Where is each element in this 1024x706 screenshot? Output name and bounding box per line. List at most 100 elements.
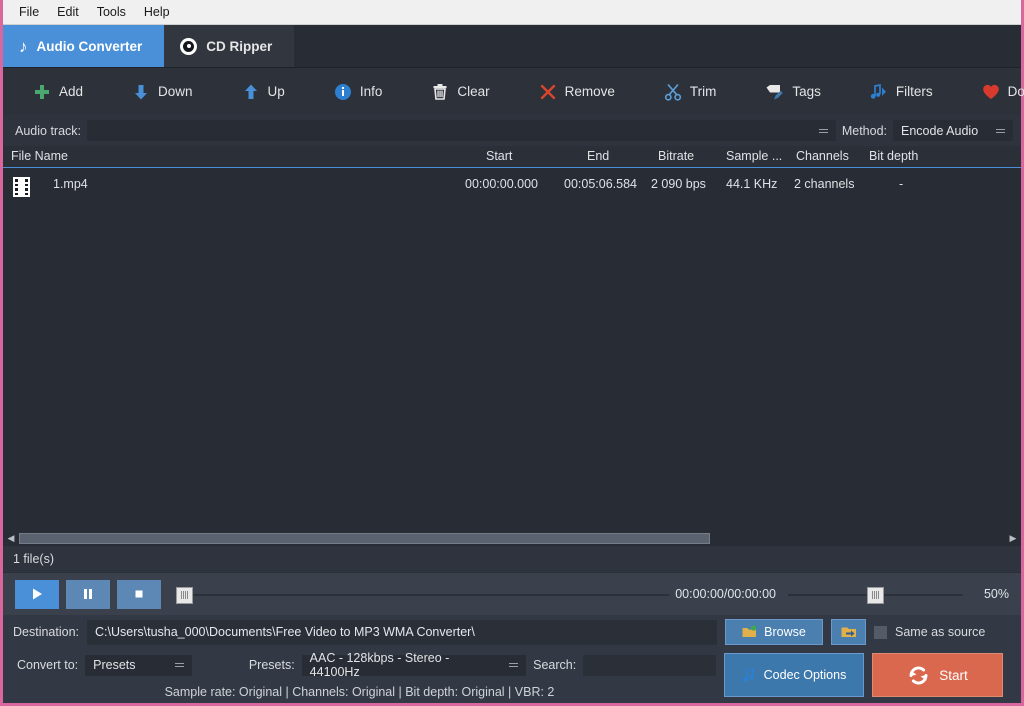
chevron-down-icon xyxy=(817,128,830,133)
refresh-cycle-icon xyxy=(909,666,928,684)
scissors-icon xyxy=(664,83,682,101)
stop-button[interactable] xyxy=(117,579,161,609)
trim-button-label: Trim xyxy=(689,84,717,99)
convert-to-value: Presets xyxy=(93,658,136,672)
cell-bit-depth: - xyxy=(899,177,904,191)
bottom-area: Convert to: Presets Presets: AAC - 128kb… xyxy=(3,649,1021,703)
menu-item-edit[interactable]: Edit xyxy=(48,2,88,22)
remove-button-label: Remove xyxy=(564,84,615,99)
presets-select[interactable]: AAC - 128kbps - Stereo - 44100Hz xyxy=(301,651,527,679)
music-filter-icon xyxy=(870,83,888,101)
same-as-source-checkbox[interactable] xyxy=(874,625,888,639)
column-header-sample-rate[interactable]: Sample ... xyxy=(726,149,782,163)
plus-icon xyxy=(33,83,51,101)
trim-button[interactable]: Trim xyxy=(664,83,717,101)
destination-input[interactable]: C:\Users\tusha_000\Documents\Free Video … xyxy=(87,619,718,645)
info-button-label: Info xyxy=(359,84,383,99)
toolbar: Add Down Up Info Clear Remove Trim Tags … xyxy=(3,68,1024,115)
action-buttons: Codec Options Start xyxy=(716,649,1013,703)
filters-button[interactable]: Filters xyxy=(870,83,933,101)
scroll-right-arrow-icon[interactable]: ▶ xyxy=(1005,533,1021,544)
pause-button[interactable] xyxy=(66,579,110,609)
open-destination-folder-button[interactable] xyxy=(831,619,867,645)
file-list-body[interactable]: 1.mp4 00:00:00.000 00:05:06.584 2 090 bp… xyxy=(3,168,1021,531)
column-header-bit-depth[interactable]: Bit depth xyxy=(869,149,918,163)
arrow-down-icon xyxy=(132,83,150,101)
tab-cd-ripper-label: CD Ripper xyxy=(206,38,273,54)
audio-track-select[interactable] xyxy=(87,120,836,141)
volume-slider-handle[interactable] xyxy=(867,586,884,604)
cell-channels: 2 channels xyxy=(794,177,855,191)
down-button[interactable]: Down xyxy=(132,83,193,101)
table-row[interactable]: 1.mp4 00:00:00.000 00:05:06.584 2 090 bp… xyxy=(3,172,1021,198)
horizontal-scrollbar[interactable]: ◀ ▶ xyxy=(3,531,1021,546)
cell-sample-rate: 44.1 KHz xyxy=(726,177,778,191)
scroll-left-arrow-icon[interactable]: ◀ xyxy=(3,533,19,544)
seek-slider-handle[interactable] xyxy=(176,586,193,604)
add-button[interactable]: Add xyxy=(33,83,83,101)
chevron-down-icon xyxy=(507,663,520,667)
up-button[interactable]: Up xyxy=(242,83,285,101)
cell-end: 00:05:06.584 xyxy=(564,177,637,191)
tags-button-label: Tags xyxy=(792,84,821,99)
menu-item-tools[interactable]: Tools xyxy=(88,2,135,22)
volume-percent-label: 50% xyxy=(983,587,1009,601)
menu-item-file[interactable]: File xyxy=(10,2,48,22)
x-mark-icon xyxy=(539,83,557,101)
filters-button-label: Filters xyxy=(895,84,933,99)
cd-disc-icon xyxy=(180,37,198,55)
up-button-label: Up xyxy=(267,84,285,99)
tab-audio-converter[interactable]: ♪ Audio Converter xyxy=(3,25,165,67)
browse-button[interactable]: Browse xyxy=(725,619,824,645)
volume-slider[interactable] xyxy=(788,580,963,609)
column-header-channels[interactable]: Channels xyxy=(796,149,849,163)
codec-options-label: Codec Options xyxy=(763,668,847,682)
browse-button-label: Browse xyxy=(764,625,806,639)
clear-button-label: Clear xyxy=(457,84,490,99)
convert-settings: Convert to: Presets Presets: AAC - 128kb… xyxy=(3,649,716,703)
heart-icon xyxy=(982,83,1000,101)
info-circle-icon xyxy=(334,83,352,101)
folder-arrow-icon xyxy=(841,627,856,637)
info-button[interactable]: Info xyxy=(334,83,383,101)
presets-label: Presets: xyxy=(248,658,295,672)
method-value: Encode Audio xyxy=(901,123,979,138)
clear-button[interactable]: Clear xyxy=(431,83,490,101)
start-button[interactable]: Start xyxy=(872,653,1003,697)
encoding-summary: Sample rate: Original | Channels: Origin… xyxy=(164,685,555,699)
destination-label: Destination: xyxy=(13,625,80,639)
cell-start: 00:00:00.000 xyxy=(465,177,538,191)
same-as-source-label[interactable]: Same as source xyxy=(895,625,985,639)
audio-track-bar: Audio track: Method: Encode Audio xyxy=(3,115,1021,146)
music-note-icon xyxy=(742,667,754,682)
method-label: Method: xyxy=(841,123,887,138)
column-header-start[interactable]: Start xyxy=(486,149,512,163)
method-select[interactable]: Encode Audio xyxy=(893,120,1013,141)
column-header-end[interactable]: End xyxy=(587,149,609,163)
search-input[interactable] xyxy=(583,654,716,676)
cell-file-name: 1.mp4 xyxy=(53,177,88,191)
codec-options-button[interactable]: Codec Options xyxy=(724,653,864,697)
menu-item-help[interactable]: Help xyxy=(135,2,179,22)
scrollbar-thumb[interactable] xyxy=(19,533,710,544)
play-button[interactable] xyxy=(15,579,59,609)
tab-cd-ripper[interactable]: CD Ripper xyxy=(164,25,295,67)
start-button-label: Start xyxy=(939,667,968,683)
scrollbar-track[interactable] xyxy=(19,533,1005,544)
seek-slider[interactable] xyxy=(176,580,670,609)
presets-value: AAC - 128kbps - Stereo - 44100Hz xyxy=(309,651,450,679)
file-count-status: 1 file(s) xyxy=(13,552,54,566)
chevron-down-icon xyxy=(994,128,1007,133)
remove-button[interactable]: Remove xyxy=(539,83,615,101)
search-label: Search: xyxy=(533,658,577,672)
tags-button[interactable]: Tags xyxy=(765,83,821,101)
playback-time: 00:00:00/00:00:00 xyxy=(675,587,776,601)
seek-slider-track[interactable] xyxy=(176,593,670,596)
menu-bar: File Edit Tools Help xyxy=(3,0,1021,25)
audio-track-label: Audio track: xyxy=(15,123,82,138)
convert-to-select[interactable]: Presets xyxy=(85,654,192,676)
column-header-bitrate[interactable]: Bitrate xyxy=(658,149,694,163)
column-header-file-name[interactable]: File Name xyxy=(11,149,68,163)
donate-button[interactable]: Donate xyxy=(982,83,1024,101)
status-bar: 1 file(s) xyxy=(3,546,1021,572)
